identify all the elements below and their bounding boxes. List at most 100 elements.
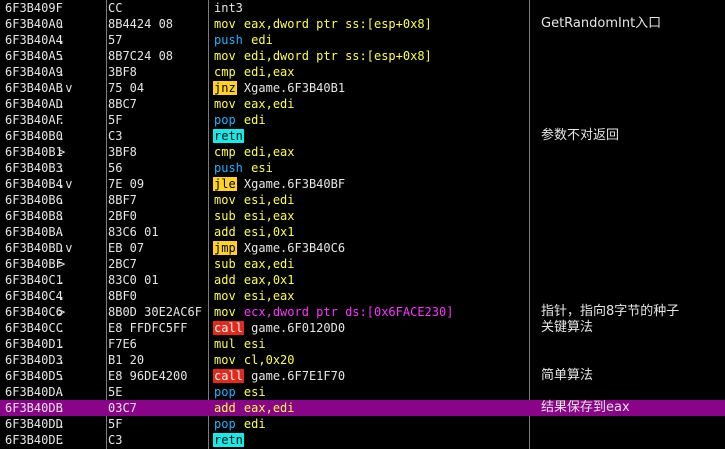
mnemonic: sub	[214, 257, 236, 271]
instruction: sub esi,eax	[213, 208, 529, 224]
code-row[interactable]: 6F3B40BA. 83C6 01 add esi,0x1	[0, 224, 725, 240]
code-row[interactable]: 6F3B40AF. 5F pop edi	[0, 112, 725, 128]
instruction: int3	[213, 0, 529, 16]
code-row[interactable]: 6F3B40B8. 2BF0 sub esi,eax	[0, 208, 725, 224]
operands: eax,0x1	[243, 273, 295, 287]
hex-bytes: C3	[108, 433, 123, 447]
mnemonic: sub	[214, 209, 236, 223]
code-row[interactable]: 6F3B40AD. 8BC7 mov eax,edi	[0, 96, 725, 112]
jump-marker: .	[58, 289, 66, 303]
jump-marker: .	[58, 33, 66, 47]
code-row[interactable]: 6F3B40BD .v EB 07 jmp Xgame.6F3B40C6	[0, 240, 725, 256]
hex-bytes: 8B7C24 08	[108, 49, 174, 63]
jump-marker: .	[58, 113, 66, 127]
instruction: mov edi,dword ptr ss:[esp+0x8]	[213, 48, 529, 64]
code-row[interactable]: 6F3B40B0. C3 retn 参数不对返回	[0, 128, 725, 144]
code-row[interactable]: 6F3B40D5. E8 96DE4200 call game.6F7E1F70 简单…	[0, 368, 725, 384]
instruction: mov eax,edi	[213, 96, 529, 112]
code-row[interactable]: 6F3B40B6. 8BF7 mov esi,edi	[0, 192, 725, 208]
operands: eax,edi	[243, 401, 295, 415]
jump-marker: .	[58, 193, 66, 207]
code-row[interactable]: 6F3B40DE. C3 retn	[0, 432, 725, 448]
jump-marker: .	[58, 417, 66, 431]
jump-marker: .	[58, 161, 66, 175]
code-row[interactable]: 6F3B40A4. 57 push edi	[0, 32, 725, 48]
code-row[interactable]: 6F3B40AB .v 75 04 jnz Xgame.6F3B40B1	[0, 80, 725, 96]
mnemonic: pop	[214, 385, 236, 399]
jump-marker: .	[58, 337, 66, 351]
jump-marker: .	[58, 369, 66, 383]
mnemonic: jnz	[213, 81, 237, 95]
mnemonic: add	[214, 225, 236, 239]
mnemonic: mov	[214, 305, 236, 319]
mnemonic: mov	[214, 49, 236, 63]
code-row[interactable]: 6F3B40B1 >3BF8 cmp edi,eax	[0, 144, 725, 160]
code-row[interactable]: 6F3B40D1. F7E6 mul esi	[0, 336, 725, 352]
hex-bytes: E8 96DE4200	[108, 369, 188, 383]
operands: edi,dword ptr ss:[esp+0x8]	[243, 49, 432, 63]
hex-bytes: CC	[108, 1, 123, 15]
mnemonic: mov	[214, 353, 236, 367]
code-row[interactable]: 6F3B409F CC int3	[0, 0, 725, 16]
operands: edi	[243, 417, 266, 431]
code-row[interactable]: 6F3B40CC. E8 FFDFC5FF call game.6F0120D0 关键…	[0, 320, 725, 336]
hex-bytes: 7E 09	[108, 177, 145, 191]
instruction: mov esi,edi	[213, 192, 529, 208]
instruction: pop edi	[213, 416, 529, 432]
code-row[interactable]: 6F3B40C4. 8BF0 mov esi,eax	[0, 288, 725, 304]
instruction: cmp edi,eax	[213, 64, 529, 80]
code-row[interactable]: 6F3B40DB. 03C7 add eax,edi 结果保存到eax	[0, 400, 725, 416]
operands: esi,eax	[243, 209, 295, 223]
mnemonic: jmp	[213, 241, 237, 255]
code-row[interactable]: 6F3B40C1. 83C0 01 add eax,0x1	[0, 272, 725, 288]
operands: Xgame.6F3B40C6	[243, 241, 346, 255]
hex-bytes: E8 FFDFC5FF	[108, 321, 188, 335]
code-row[interactable]: 6F3B40B3. 56 push esi	[0, 160, 725, 176]
instruction: mov ecx,dword ptr ds:[0x6FACE230]	[213, 304, 529, 320]
instruction: pop edi	[213, 112, 529, 128]
mnemonic: add	[214, 401, 236, 415]
operands: esi,eax	[243, 289, 295, 303]
hex-bytes: 56	[108, 161, 123, 175]
code-row[interactable]: 6F3B40B4 .v 7E 09 jle Xgame.6F3B40BF	[0, 176, 725, 192]
operands: esi	[243, 385, 266, 399]
hex-bytes: 2BF0	[108, 209, 137, 223]
code-row[interactable]: 6F3B40DA. 5E pop esi	[0, 384, 725, 400]
mnemonic: pop	[214, 113, 236, 127]
mnemonic: mov	[214, 289, 236, 303]
comment: GetRandomInt入口	[541, 16, 662, 31]
hex-bytes: 3BF8	[108, 145, 137, 159]
hex-bytes: B1 20	[108, 353, 145, 367]
instruction: jle Xgame.6F3B40BF	[213, 176, 529, 192]
comment: 指针，指向8字节的种子	[541, 304, 680, 319]
code-row[interactable]: 6F3B40DD. 5F pop edi	[0, 416, 725, 432]
instruction: call game.6F7E1F70	[213, 368, 529, 384]
jump-marker: .v	[58, 241, 73, 255]
code-row[interactable]: 6F3B40A0. 8B4424 08 mov eax,dword ptr ss:[…	[0, 16, 725, 32]
operands: game.6F0120D0	[251, 321, 346, 335]
code-row[interactable]: 6F3B40BF >2BC7 sub eax,edi	[0, 256, 725, 272]
hex-bytes: 75 04	[108, 81, 145, 95]
mnemonic: call	[213, 321, 244, 335]
jump-marker: .	[58, 385, 66, 399]
mnemonic: jle	[213, 177, 237, 191]
operands: edi,eax	[243, 65, 295, 79]
mnemonic: mov	[214, 17, 236, 31]
instruction: push esi	[213, 160, 529, 176]
mnemonic: mov	[214, 193, 236, 207]
code-row[interactable]: 6F3B40C6 >8B0D 30E2AC6F mov ecx,dword ptr …	[0, 304, 725, 320]
jump-marker: >	[58, 305, 66, 319]
instruction: sub eax,edi	[213, 256, 529, 272]
code-row[interactable]: 6F3B40A9. 3BF8 cmp edi,eax	[0, 64, 725, 80]
hex-bytes: 5E	[108, 385, 123, 399]
operands: edi,eax	[243, 145, 295, 159]
code-row[interactable]: 6F3B40A5. 8B7C24 08 mov edi,dword ptr ss:[…	[0, 48, 725, 64]
jump-marker: .	[58, 17, 66, 31]
hex-bytes: F7E6	[108, 337, 137, 351]
instruction: retn	[213, 128, 529, 144]
jump-marker: .	[58, 65, 66, 79]
instruction: push edi	[213, 32, 529, 48]
code-row[interactable]: 6F3B40D3. B1 20 mov cl,0x20	[0, 352, 725, 368]
jump-marker: .	[58, 225, 66, 239]
comment: 结果保存到eax	[541, 400, 630, 415]
